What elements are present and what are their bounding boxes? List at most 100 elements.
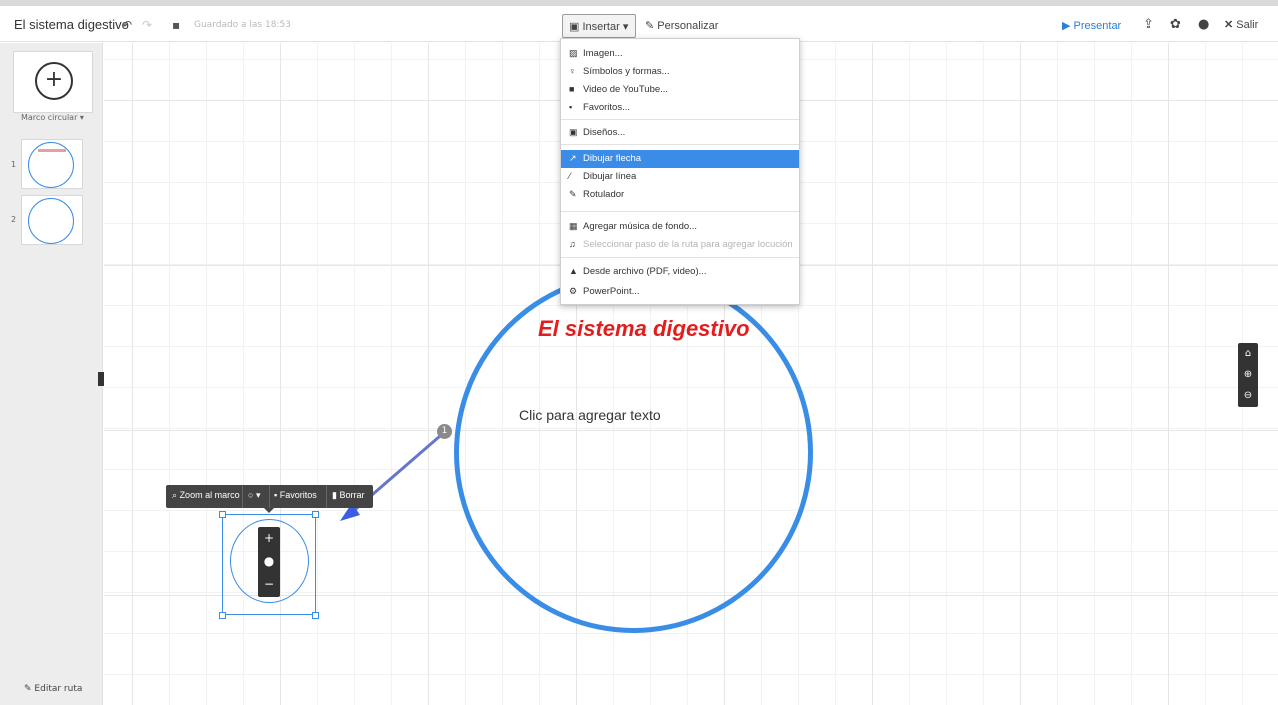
menu-item-background-music[interactable]: ▦ Agregar música de fondo... (561, 218, 799, 236)
edit-route-label: Editar ruta (34, 684, 83, 694)
play-icon: ▶ (1062, 20, 1071, 32)
chevron-down-icon: ▾ (255, 490, 261, 500)
menu-item-draw-line[interactable]: ⁄ Dibujar línea (561, 168, 799, 186)
favorites-label: Favoritos (279, 490, 317, 500)
edit-route-button[interactable]: ✎ Editar ruta (24, 684, 82, 694)
menu-divider (561, 119, 799, 120)
top-toolbar: El sistema digestivo ↶ ↷ ▪ Guardado a la… (0, 0, 1278, 42)
menu-item-label: Símbolos y formas... (583, 66, 670, 77)
help-icon[interactable]: ● (1198, 17, 1209, 32)
menu-item-youtube[interactable]: ■ Video de YouTube... (561, 81, 799, 99)
share-icon[interactable]: ⇪ (1143, 17, 1154, 32)
path-step-badge[interactable]: 1 (437, 424, 452, 439)
favorites-button[interactable]: ▪ Favoritos (274, 490, 317, 500)
zoom-to-frame-button[interactable]: ⌕ Zoom al marco (172, 490, 240, 501)
pencil-icon: ✎ (24, 684, 32, 694)
home-icon[interactable]: ⌂ (1238, 343, 1258, 364)
plus-icon: + (35, 62, 73, 100)
exit-button[interactable]: ✕ Salir (1224, 18, 1258, 31)
menu-divider (561, 211, 799, 212)
menu-item-label: Agregar música de fondo... (583, 221, 698, 232)
menu-item-label: Diseños... (583, 127, 626, 138)
frame-thumbnail-2[interactable] (21, 195, 83, 245)
delete-button[interactable]: ▮ Borrar (332, 490, 364, 501)
menu-item-voiceover: ♫ Seleccionar paso de la ruta para agrega… (561, 236, 799, 254)
chevron-down-icon: ▾ (622, 21, 629, 33)
menu-item-marker[interactable]: ✎ Rotulador (561, 186, 799, 204)
trash-icon: ▮ (332, 490, 337, 500)
add-frame-button[interactable]: + (13, 51, 93, 113)
favorites-icon: ▪ (569, 102, 573, 112)
line-icon: ⁄ (569, 171, 571, 181)
voiceover-icon: ♫ (569, 239, 576, 249)
youtube-icon: ■ (569, 84, 575, 94)
frame-type-selector[interactable]: Marco circular ▾ (21, 113, 84, 122)
powerpoint-icon: ⚙ (569, 286, 578, 296)
menu-item-label: Rotulador (583, 189, 625, 200)
menu-item-label: Dibujar línea (583, 171, 637, 182)
presentation-title[interactable]: El sistema digestivo (14, 17, 129, 32)
zoom-in-icon[interactable]: ⊕ (1238, 364, 1258, 385)
menu-item-label: Seleccionar paso de la ruta para agregar… (583, 239, 793, 250)
minus-icon[interactable]: − (258, 573, 280, 596)
frames-sidebar: + Marco circular ▾ 1 2 ✎ Editar ruta (0, 43, 103, 705)
frame-thumbnail-1[interactable] (21, 139, 83, 189)
shapes-icon: ♀ (569, 66, 576, 76)
menu-item-layouts[interactable]: ▣ Diseños... (561, 124, 799, 142)
frame-title[interactable]: El sistema digestivo (538, 316, 778, 342)
thumb-number: 2 (11, 215, 17, 224)
menu-item-label: PowerPoint... (583, 286, 640, 297)
insert-button[interactable]: ▣ Insertar ▾ (562, 14, 636, 38)
divider (242, 485, 243, 508)
layouts-icon: ▣ (569, 127, 578, 137)
resize-handle[interactable] (219, 511, 226, 518)
customize-button[interactable]: ✎ Personalizar (645, 19, 718, 32)
insert-menu: ▨ Imagen... ♀ Símbolos y formas... ■ Video … (560, 38, 800, 305)
plus-icon[interactable]: + (258, 527, 280, 550)
thumb-number: 1 (11, 160, 17, 169)
add-text-placeholder[interactable]: Clic para agregar texto (519, 407, 661, 423)
resize-handle[interactable] (312, 511, 319, 518)
menu-item-from-file[interactable]: ▲ Desde archivo (PDF, video)... (561, 263, 799, 281)
zoom-out-icon[interactable]: ⊖ (1238, 385, 1258, 406)
menu-item-label: Imagen... (583, 48, 623, 59)
customize-label: Personalizar (657, 20, 719, 32)
exit-label: Salir (1236, 19, 1259, 31)
drag-handle-icon[interactable]: ● (258, 550, 280, 573)
thumb-ring (28, 198, 74, 244)
resize-handle[interactable] (312, 612, 319, 619)
frame-style-button[interactable]: ○ ▾ (248, 490, 260, 501)
thumb-title-preview (38, 149, 66, 152)
context-toolbar-pointer (264, 508, 274, 513)
menu-item-label: Dibujar flecha (583, 153, 642, 164)
delete-label: Borrar (339, 490, 365, 500)
insert-label: Insertar (582, 21, 620, 33)
divider (326, 485, 327, 508)
menu-item-label: Desde archivo (PDF, video)... (583, 266, 707, 277)
insert-icon: ▣ (569, 21, 580, 33)
menu-divider (561, 144, 799, 145)
magnifier-icon: ⌕ (172, 490, 178, 500)
menu-item-image[interactable]: ▨ Imagen... (561, 45, 799, 63)
menu-item-favorites[interactable]: ▪ Favoritos... (561, 99, 799, 117)
menu-item-shapes[interactable]: ♀ Símbolos y formas... (561, 63, 799, 81)
arrow-icon: ↗ (569, 153, 577, 163)
divider (269, 485, 270, 508)
pencil-icon: ✎ (645, 20, 655, 32)
menu-item-powerpoint[interactable]: ⚙ PowerPoint... (561, 283, 799, 301)
redo-icon[interactable]: ↷ (142, 18, 152, 32)
sidebar-collapse-handle[interactable] (98, 372, 104, 386)
marker-icon: ✎ (569, 189, 577, 199)
save-icon[interactable]: ▪ (172, 18, 180, 32)
frame-zoom-control: + ● − (258, 527, 280, 597)
ring-icon: ○ (248, 490, 254, 500)
favorites-icon: ▪ (274, 490, 278, 500)
menu-item-draw-arrow[interactable]: ↗ Dibujar flecha (561, 150, 799, 168)
gear-icon[interactable]: ✿ (1170, 17, 1181, 32)
present-button[interactable]: ▶ Presentar (1062, 19, 1121, 32)
undo-icon[interactable]: ↶ (122, 18, 132, 32)
resize-handle[interactable] (219, 612, 226, 619)
chevron-down-icon: ▾ (79, 113, 84, 122)
menu-item-label: Favoritos... (583, 102, 630, 113)
music-icon: ▦ (569, 221, 578, 231)
